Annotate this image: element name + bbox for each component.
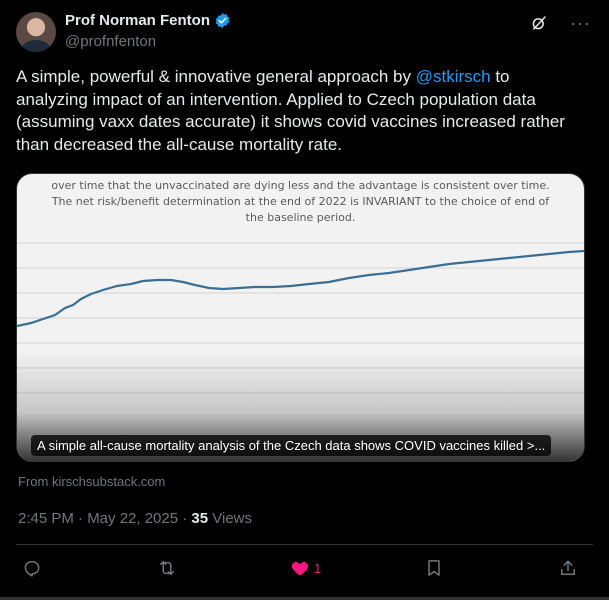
divider xyxy=(16,544,593,545)
author-name-row: Prof Norman Fenton xyxy=(65,12,231,29)
like-button[interactable]: 1 xyxy=(290,558,321,578)
verified-badge-icon xyxy=(215,13,230,28)
views-label: Views xyxy=(208,510,253,527)
tweet-meta: 2:45 PM · May 22, 2025 · 35 Views xyxy=(18,510,252,527)
avatar[interactable] xyxy=(16,12,56,52)
share-button[interactable] xyxy=(558,558,578,578)
tweet-post: Prof Norman Fenton @profnfenton ··· A si… xyxy=(0,0,609,600)
reply-icon xyxy=(24,561,40,577)
author-display-name[interactable]: Prof Norman Fenton xyxy=(65,12,210,29)
link-card[interactable]: over time that the unvaccinated are dyin… xyxy=(16,173,585,462)
tweet-text-part: A simple, powerful & innovative general … xyxy=(16,67,416,86)
repost-icon xyxy=(160,561,174,575)
card-caption: over time that the unvaccinated are dyin… xyxy=(51,179,550,224)
more-icon[interactable]: ··· xyxy=(570,14,591,32)
repost-button[interactable] xyxy=(157,558,177,578)
grok-icon[interactable] xyxy=(530,14,548,32)
heart-icon xyxy=(291,562,309,576)
author-handle[interactable]: @profnfenton xyxy=(65,33,156,50)
bookmark-button[interactable] xyxy=(424,558,444,578)
bookmark-icon xyxy=(428,560,440,576)
mention-link[interactable]: @stkirsch xyxy=(416,67,491,86)
card-source[interactable]: From kirschsubstack.com xyxy=(18,474,165,489)
top-actions: ··· xyxy=(530,14,591,32)
like-count: 1 xyxy=(314,560,322,576)
reply-button[interactable] xyxy=(22,558,42,578)
timestamp[interactable]: 2:45 PM · May 22, 2025 · xyxy=(18,510,191,527)
share-icon xyxy=(561,560,575,575)
action-bar: 1 xyxy=(0,556,609,584)
views-count: 35 xyxy=(191,510,209,527)
card-title[interactable]: A simple all-cause mortality analysis of… xyxy=(31,435,552,456)
tweet-text: A simple, powerful & innovative general … xyxy=(16,66,576,156)
